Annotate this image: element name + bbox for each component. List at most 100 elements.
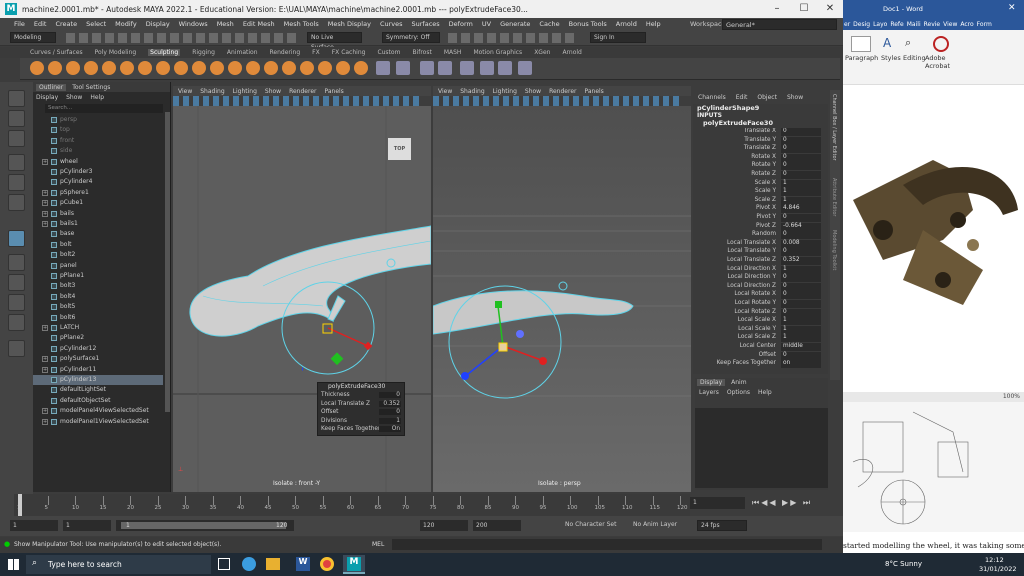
outliner-item[interactable]: + bails1 [33,219,163,229]
tab-outliner[interactable]: Outliner [36,83,67,91]
shelf-tab[interactable]: XGen [534,49,550,56]
tab-display[interactable]: Display [697,379,726,386]
outliner-item[interactable]: panel [33,261,163,271]
hud-row[interactable]: Keep Faces Together On [318,426,404,435]
expand-icon[interactable]: + [42,408,48,415]
ribbon-adobe-acrobat[interactable]: Adobe Acrobat [925,54,965,70]
styles-icon[interactable]: A [883,36,899,52]
persp-outliner-icon[interactable] [8,294,25,311]
character-set-select[interactable]: No Character Set [565,521,616,528]
outliner-item[interactable]: + bails [33,209,163,219]
side-tab-attribute-editor[interactable]: Attribute Editor [831,178,837,216]
channel-attr[interactable]: Pivot Y 0 [693,214,828,223]
channel-value[interactable]: 0 [781,128,821,136]
cb-object-name[interactable]: pCylinderShape9 [693,104,828,112]
channel-value[interactable]: 0.352 [781,257,821,265]
channel-attr[interactable]: Rotate X 0 [693,153,828,163]
taskbar-search[interactable]: ⌕ Type here to search [26,555,211,574]
channel-value[interactable]: 1 [781,317,821,326]
hud-value[interactable]: 0 [379,409,401,415]
sculpt-brush-icon[interactable] [192,61,206,75]
view-cube[interactable]: TOP [388,138,411,160]
sculpt-brush-icon[interactable] [498,61,512,75]
channel-attr[interactable]: Translate Z 0 [693,145,828,154]
menu-select[interactable]: Select [86,20,106,28]
outliner-item[interactable]: pCylinder4 [33,177,163,187]
sculpt-brush-icon[interactable] [30,61,44,75]
outliner-item[interactable]: bolt6 [33,313,163,323]
expand-icon[interactable]: + [42,221,48,227]
shelf-tab[interactable]: FX Caching [332,49,366,56]
clock-date[interactable]: 31/01/2022 [979,565,1016,573]
menu-mesh-tools[interactable]: Mesh Tools [284,20,319,28]
expand-icon[interactable]: + [42,158,48,165]
channel-label[interactable]: Local Scale X [738,317,776,323]
outliner-menu-help[interactable]: Help [90,94,104,101]
channel-attr[interactable]: Local Rotate Z 0 [693,308,828,318]
shelf-tab-active[interactable]: Sculpting [148,49,181,56]
word-tab[interactable]: View [943,21,957,28]
sculpt-brush-icon[interactable] [138,61,152,75]
shelf-tab[interactable]: Motion Graphics [473,49,522,56]
channel-label[interactable]: Pivot X [756,205,776,211]
channel-value[interactable]: 1 [781,334,821,343]
rotate-tool-icon[interactable] [8,174,25,191]
channel-value[interactable]: -0.664 [781,222,821,231]
sculpt-brush-icon[interactable] [336,61,350,75]
cb-menu-channels[interactable]: Channels [698,94,726,101]
single-view-icon[interactable] [8,230,25,247]
vp-menu-show[interactable]: Show [265,88,281,95]
channel-value[interactable]: 0 [781,171,821,179]
channel-attr[interactable]: Local Rotate X 0 [693,291,828,300]
paint-select-icon[interactable] [8,130,25,147]
status-tools[interactable] [66,33,296,43]
shelf-tab[interactable]: Arnold [562,49,581,56]
channel-value[interactable]: 1 [781,179,821,188]
shelf-tab[interactable]: Poly Modeling [95,49,137,56]
outliner-item[interactable]: defaultObjectSet [33,396,163,406]
ribbon-paragraph[interactable]: Paragraph [845,54,878,62]
channel-attr[interactable]: Keep Faces Together on [693,360,828,368]
time-slider[interactable]: 1510152025303540455055606570758085909510… [14,494,690,516]
menu-mesh[interactable]: Mesh [217,20,234,28]
menu-deform[interactable]: Deform [449,20,473,28]
shelf-tab[interactable]: Custom [377,49,400,56]
outliner-item[interactable]: + polySurface1 [33,354,163,364]
search-icon[interactable]: ⌕ [905,36,921,52]
vp-menu-lighting[interactable]: Lighting [233,88,257,95]
hud-value[interactable]: 0 [379,392,401,398]
vp-menu-view[interactable]: View [438,88,452,95]
sculpt-brush-icon[interactable] [376,61,390,75]
menu-windows[interactable]: Windows [179,20,208,28]
vp-menu-view[interactable]: View [178,88,192,95]
sculpt-brush-icon[interactable] [174,61,188,75]
maya-taskbar-icon[interactable]: M [343,555,365,574]
hud-row[interactable]: Thickness 0 [318,392,404,401]
shelf-tab[interactable]: Curves / Surfaces [30,49,83,56]
paragraph-icon[interactable] [851,36,871,52]
sculpt-brush-icon[interactable] [156,61,170,75]
word-tab[interactable]: Form [977,21,992,28]
channel-label[interactable]: Local Translate X [727,240,776,246]
expand-icon[interactable]: + [42,200,48,207]
shelf-tab[interactable]: MASH [444,49,462,56]
render-tools[interactable] [448,33,578,43]
outliner-item[interactable]: pPlane1 [33,271,163,281]
close-button[interactable]: ✕ [818,0,842,18]
outliner-item[interactable]: pCylinder13 [33,375,163,385]
channel-attr[interactable]: Local Translate Z 0.352 [693,257,828,266]
outliner-menu-display[interactable]: Display [36,94,58,101]
layer-menu-layers[interactable]: Layers [699,389,719,396]
outliner-item[interactable]: + pCylinder11 [33,365,163,375]
current-time-marker[interactable] [18,494,22,516]
channel-label[interactable]: Local Rotate Y [735,300,776,306]
outliner-item[interactable]: + LATCH [33,323,163,333]
shelf-tab[interactable]: Bifrost [412,49,431,56]
channel-label[interactable]: Translate X [744,128,776,134]
side-by-side-icon[interactable] [8,274,25,291]
workspace-select[interactable]: General* [722,19,837,30]
menu-modify[interactable]: Modify [115,20,137,28]
channel-label[interactable]: Random [752,231,776,237]
sculpt-brush-icon[interactable] [354,61,368,75]
outliner-item[interactable]: + modelPanel1ViewSelectedSet [33,417,163,427]
